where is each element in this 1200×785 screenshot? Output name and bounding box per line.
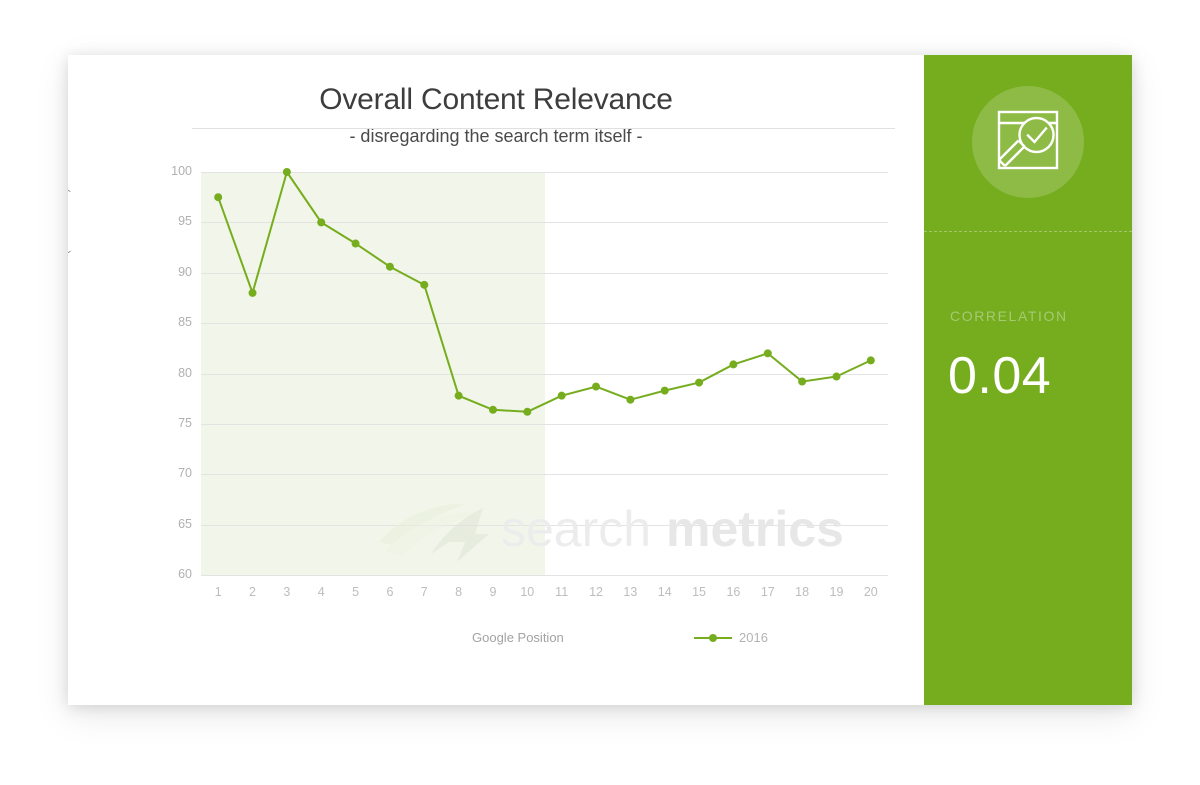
x-tick-label: 7 — [420, 585, 428, 599]
data-point[interactable] — [557, 391, 566, 400]
y-tick-label: 60 — [178, 567, 192, 581]
screenshot-root: Overall Content Relevance - disregarding… — [0, 0, 1200, 785]
y-tick-label: 75 — [178, 415, 192, 430]
x-tick-label: 10 — [520, 585, 535, 599]
data-point[interactable] — [214, 193, 223, 202]
x-tick-label: 16 — [726, 585, 741, 599]
x-tick-label: 3 — [283, 585, 291, 599]
data-point[interactable] — [523, 407, 532, 416]
data-point[interactable] — [317, 218, 326, 227]
y-tick-label: 100 — [171, 164, 192, 178]
x-tick-label: 14 — [657, 585, 672, 599]
x-axis-title: Google Position — [472, 630, 564, 645]
plot-top-rule — [192, 128, 895, 129]
chart-card: Overall Content Relevance - disregarding… — [68, 55, 1132, 705]
y-axis-title: Overall Content Relevance (Benchmark) — [68, 188, 71, 395]
data-point[interactable] — [866, 356, 875, 365]
panel-icon-zone — [924, 55, 1132, 230]
y-tick-label: 95 — [178, 214, 192, 229]
data-point[interactable] — [798, 377, 807, 386]
data-point[interactable] — [488, 405, 497, 414]
data-point[interactable] — [626, 395, 635, 404]
data-point[interactable] — [695, 378, 704, 387]
correlation-panel: CORRELATION 0.04 — [924, 55, 1132, 705]
chart-subtitle: - disregarding the search term itself - — [349, 126, 643, 146]
correlation-value: 0.04 — [948, 347, 1052, 405]
x-tick-label: 4 — [317, 585, 325, 599]
data-point[interactable] — [660, 386, 669, 395]
browser-search-check-icon — [997, 110, 1059, 170]
data-point[interactable] — [592, 382, 601, 391]
icon-circle-backdrop — [972, 86, 1084, 198]
y-tick-label: 80 — [178, 365, 192, 380]
x-tick-label: 11 — [555, 585, 569, 599]
data-point[interactable] — [385, 262, 394, 271]
chart-pane: Overall Content Relevance - disregarding… — [68, 55, 924, 705]
legend-label: 2016 — [739, 630, 768, 645]
data-point[interactable] — [282, 168, 291, 176]
x-tick-label: 19 — [829, 585, 844, 599]
data-point[interactable] — [351, 239, 360, 248]
data-point[interactable] — [420, 280, 429, 289]
chart-legend[interactable]: 2016 — [694, 630, 768, 645]
x-tick-label: 9 — [489, 585, 497, 599]
plot-area: search metrics 60 65 70 75 80 85 90 95 100 12345… — [171, 128, 895, 599]
x-tick-label: 8 — [455, 585, 463, 599]
x-tick-label: 13 — [623, 585, 638, 599]
data-point[interactable] — [832, 372, 841, 381]
y-tick-label: 90 — [178, 264, 192, 279]
x-tick-label: 15 — [692, 585, 707, 599]
x-tick-label: 12 — [589, 585, 603, 599]
x-tick-label: 20 — [863, 585, 878, 599]
data-point[interactable] — [763, 349, 772, 358]
data-point[interactable] — [454, 391, 463, 400]
x-tick-label: 17 — [760, 585, 775, 599]
data-point[interactable] — [248, 288, 257, 297]
series-line — [217, 171, 872, 413]
chart-title: Overall Content Relevance — [319, 83, 673, 116]
correlation-label: CORRELATION — [950, 308, 1068, 324]
x-tick-label: 1 — [214, 585, 222, 599]
y-tick-label: 70 — [178, 466, 192, 481]
x-tick-label: 5 — [352, 585, 360, 599]
x-tick-label: 6 — [386, 585, 394, 599]
gridline — [201, 575, 888, 576]
panel-divider — [924, 231, 1132, 232]
series-2016 — [214, 168, 875, 416]
x-tick-label: 2 — [249, 585, 256, 599]
x-tick-label: 18 — [795, 585, 810, 599]
y-tick-label: 65 — [178, 516, 192, 531]
data-point[interactable] — [729, 360, 738, 369]
y-tick-label: 85 — [178, 315, 192, 330]
legend-marker-icon — [694, 633, 732, 642]
